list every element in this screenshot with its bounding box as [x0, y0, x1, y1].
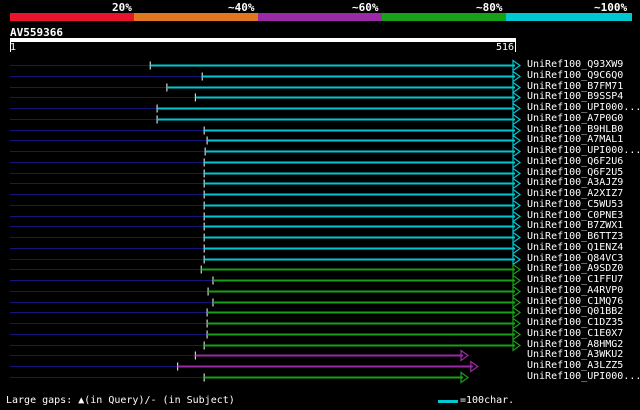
hit-label[interactable]: UniRef100_A9SDZ0	[527, 263, 623, 274]
hit-label[interactable]: UniRef100_C1E0X7	[527, 328, 623, 339]
scale-label: =100char.	[460, 395, 515, 406]
hit-label[interactable]: UniRef100_A4RVP0	[527, 285, 623, 296]
hit-row[interactable]	[10, 199, 522, 212]
hit-row[interactable]	[10, 274, 522, 287]
hit-label[interactable]: UniRef100_B6TTZ3	[527, 231, 623, 242]
hit-row[interactable]	[10, 102, 522, 115]
hit-row[interactable]	[10, 145, 522, 158]
hit-label[interactable]: UniRef100_B9SSP4	[527, 91, 623, 102]
hit-row[interactable]	[10, 285, 522, 298]
hit-label[interactable]: UniRef100_C1DZ35	[527, 317, 623, 328]
hit-row[interactable]	[10, 242, 522, 255]
hit-label[interactable]: UniRef100_UPI000...	[527, 371, 640, 382]
hit-label[interactable]: UniRef100_A3LZZ5	[527, 360, 623, 371]
hit-label[interactable]: UniRef100_A3AJZ9	[527, 177, 623, 188]
hit-row[interactable]	[10, 317, 522, 330]
hit-label[interactable]: UniRef100_A2XIZ7	[527, 188, 623, 199]
hit-row[interactable]	[10, 167, 522, 180]
hit-row[interactable]	[10, 81, 522, 94]
hit-row[interactable]	[10, 91, 522, 104]
hit-label[interactable]: UniRef100_Q1ENZ4	[527, 242, 623, 253]
hit-row[interactable]	[10, 231, 522, 244]
hit-row[interactable]	[10, 371, 470, 384]
hit-label[interactable]: UniRef100_UPI000...	[527, 145, 640, 156]
hit-row[interactable]	[10, 220, 522, 233]
hit-row[interactable]	[10, 210, 522, 223]
hit-label[interactable]: UniRef100_Q01BB2	[527, 306, 623, 317]
hit-label[interactable]: UniRef100_B7ZWX1	[527, 220, 623, 231]
hit-row[interactable]	[10, 156, 522, 169]
hit-row[interactable]	[10, 253, 522, 266]
hit-label[interactable]: UniRef100_A7P0G0	[527, 113, 623, 124]
hit-label[interactable]: UniRef100_UPI000...	[527, 102, 640, 113]
hit-row[interactable]	[10, 134, 522, 147]
gaps-legend: Large gaps: ▲(in Query)/- (in Subject)	[6, 395, 235, 406]
hit-row[interactable]	[10, 113, 522, 126]
hit-row[interactable]	[10, 349, 470, 362]
scale-bar	[438, 400, 458, 403]
hit-row[interactable]	[10, 177, 522, 190]
hit-label[interactable]: UniRef100_Q9C6Q0	[527, 70, 623, 81]
hit-label[interactable]: UniRef100_A7MAL1	[527, 134, 623, 145]
hit-row[interactable]	[10, 339, 522, 352]
hit-row[interactable]	[10, 263, 522, 276]
hit-label[interactable]: UniRef100_Q93XW9	[527, 59, 623, 70]
hit-row[interactable]	[10, 328, 522, 341]
hit-label[interactable]: UniRef100_C1FFU7	[527, 274, 623, 285]
hit-row[interactable]	[10, 296, 522, 309]
hit-label[interactable]: UniRef100_Q6F2U6	[527, 156, 623, 167]
hit-label[interactable]: UniRef100_C5WU53	[527, 199, 623, 210]
hit-label[interactable]: UniRef100_A3WKU2	[527, 349, 623, 360]
hit-row[interactable]	[10, 188, 522, 201]
hit-row[interactable]	[10, 306, 522, 319]
hit-row[interactable]	[10, 70, 522, 83]
hit-row[interactable]	[10, 59, 522, 72]
hit-row[interactable]	[10, 360, 479, 373]
hit-row[interactable]	[10, 124, 522, 137]
